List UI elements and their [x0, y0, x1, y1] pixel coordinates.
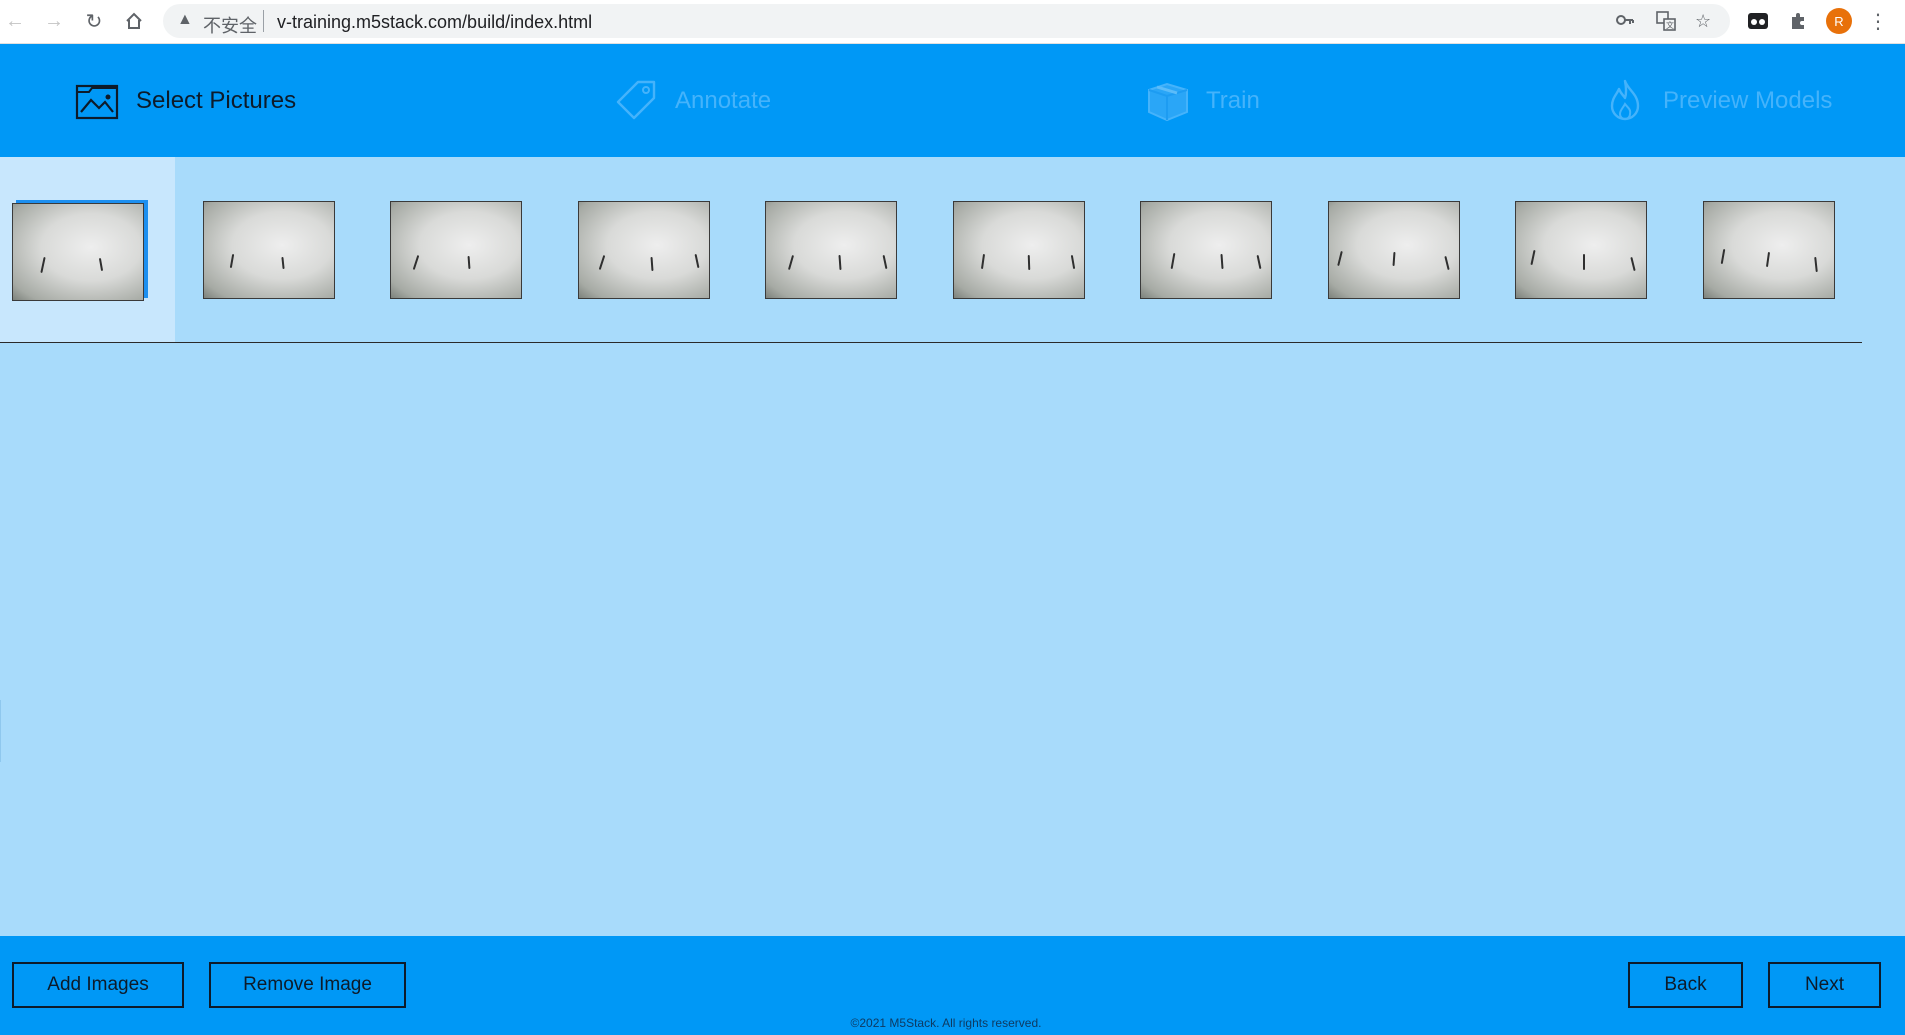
extension-app-icon[interactable] [1746, 9, 1770, 33]
thumbnail[interactable] [953, 201, 1085, 299]
box-icon [1148, 82, 1188, 122]
step-train[interactable]: Train [1145, 78, 1260, 124]
profile-avatar[interactable]: R [1826, 8, 1852, 34]
step-label: Select Pictures [136, 87, 297, 114]
footer-bar: Add Images Remove Image Back Next ©2021 … [0, 936, 1905, 1035]
reload-icon[interactable]: ↻ [81, 8, 107, 34]
puzzle-icon[interactable] [1786, 9, 1810, 33]
back-icon[interactable]: ← [2, 8, 28, 34]
warning-icon: ▲ [177, 11, 193, 28]
thumbnail[interactable] [1328, 201, 1460, 299]
tag-icon [616, 80, 656, 120]
thumbnail[interactable] [1140, 201, 1272, 299]
strip-divider [0, 342, 1862, 343]
thumbnail[interactable] [578, 201, 710, 299]
step-label: Train [1206, 87, 1260, 114]
thumbnail-strip [0, 157, 1905, 342]
key-icon[interactable] [1615, 11, 1635, 34]
translate-icon[interactable]: 文 [1656, 11, 1676, 36]
security-label: 不安全 [203, 16, 257, 36]
back-button[interactable]: Back [1628, 962, 1743, 1008]
home-icon[interactable] [121, 8, 147, 34]
step-select-pictures[interactable]: Select Pictures [75, 78, 296, 124]
step-preview-models[interactable]: Preview Models [1602, 78, 1832, 124]
add-images-button[interactable]: Add Images [12, 962, 184, 1008]
browser-toolbar: ← → ↻ ▲ 不安全 v-training.m5stack.com/build… [0, 0, 1905, 44]
next-button[interactable]: Next [1768, 962, 1881, 1008]
thumbnail[interactable] [390, 201, 522, 299]
picture-icon [75, 84, 119, 120]
kebab-menu-icon[interactable]: ⋮ [1868, 8, 1888, 34]
step-label: Preview Models [1663, 87, 1833, 114]
thumbnail[interactable] [12, 203, 144, 301]
step-label: Annotate [675, 87, 772, 114]
flame-icon [1610, 79, 1640, 121]
svg-text:文: 文 [1666, 20, 1674, 30]
workflow-header: Select Pictures Annotate Train Preview M… [0, 44, 1905, 157]
address-bar[interactable]: ▲ 不安全 v-training.m5stack.com/build/index… [163, 4, 1730, 38]
forward-icon[interactable]: → [41, 8, 67, 34]
thumbnail[interactable] [1515, 201, 1647, 299]
scroll-edge [0, 700, 1, 762]
thumbnail[interactable] [203, 201, 335, 299]
copyright-text: ©2021 M5Stack. All rights reserved. [850, 1016, 1042, 1030]
url-text[interactable]: v-training.m5stack.com/build/index.html [277, 12, 592, 33]
address-separator [263, 10, 264, 32]
thumbnail[interactable] [1703, 201, 1835, 299]
step-annotate[interactable]: Annotate [614, 78, 771, 124]
star-icon[interactable]: ☆ [1695, 11, 1711, 32]
thumbnail[interactable] [765, 201, 897, 299]
remove-image-button[interactable]: Remove Image [209, 962, 406, 1008]
